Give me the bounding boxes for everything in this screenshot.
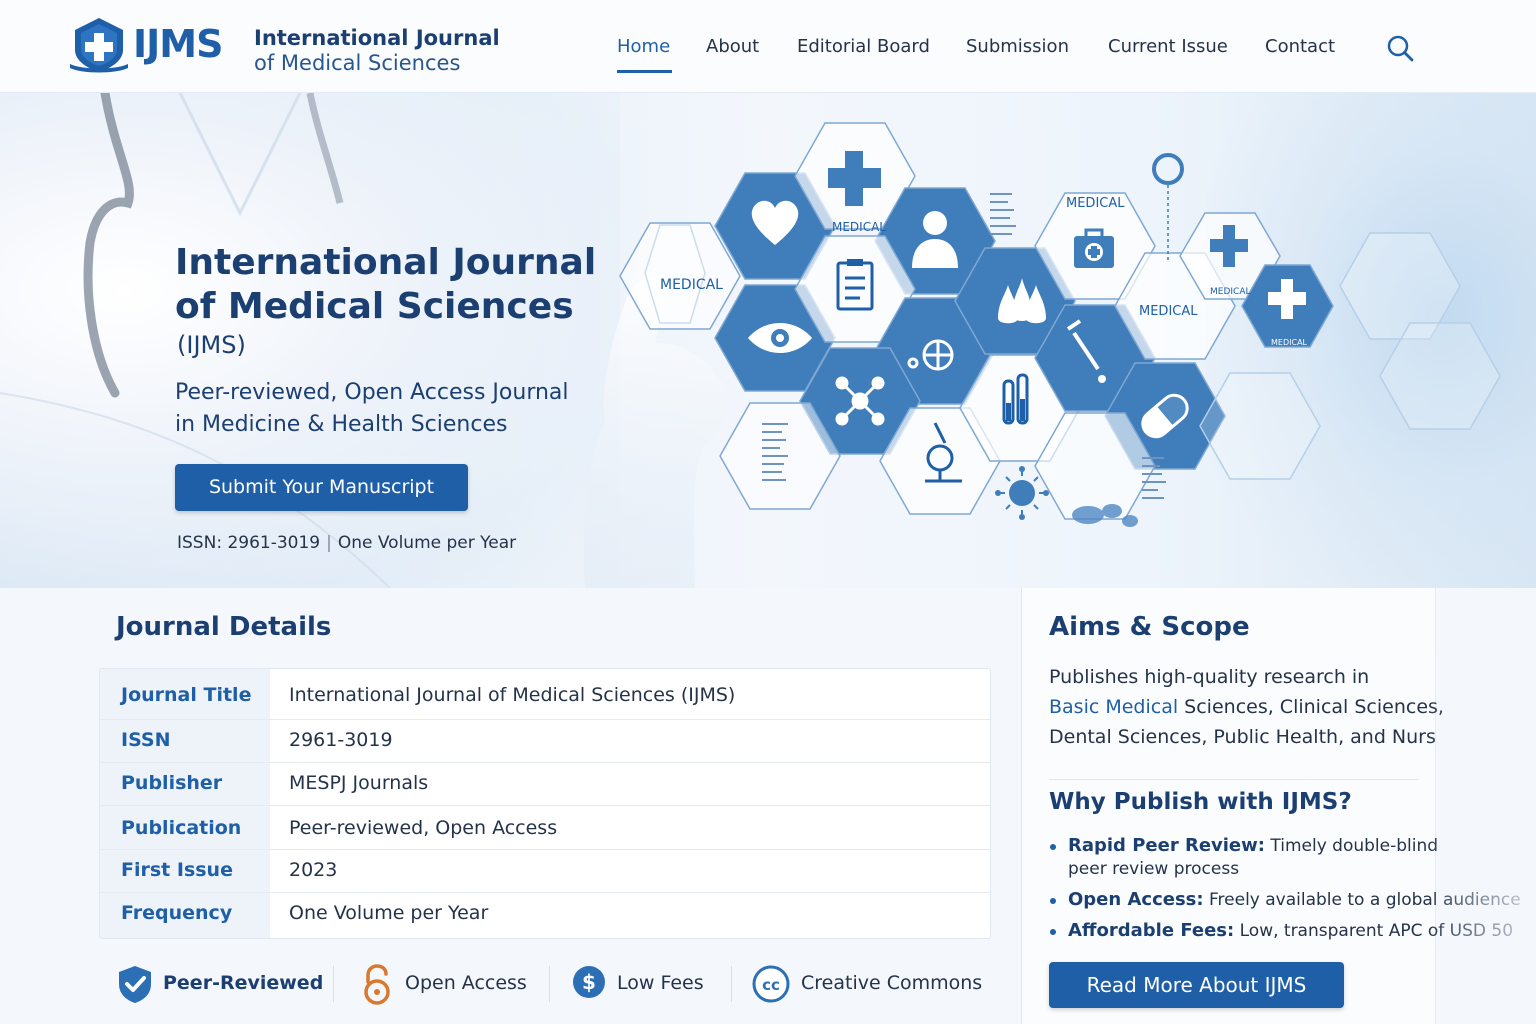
aims-text-intro: Publishes high-quality research in <box>1049 666 1370 688</box>
item-title: Open Access: <box>1068 889 1204 910</box>
item-title: Rapid Peer Review: <box>1068 835 1265 856</box>
hero-banner: MEDICAL MEDICAL MEDICAL MEDICAL MEDICAL … <box>0 93 1536 588</box>
row-value: 2961-3019 <box>289 729 393 751</box>
hero-tagline: Peer-reviewed, Open Access Journal in Me… <box>175 377 569 441</box>
frequency-text: One Volume per Year <box>337 533 517 553</box>
nav-home[interactable]: Home <box>617 36 670 57</box>
badge-peer-reviewed: Peer-Reviewed <box>116 962 326 1006</box>
shield-check-icon <box>116 964 154 1008</box>
site-header: IJMS International Journal of Medical Sc… <box>0 0 1536 93</box>
search-icon[interactable] <box>1386 34 1414 66</box>
hero-title-line1: International Journal <box>175 242 597 283</box>
hero-tagline-line2: in Medicine & Health Sciences <box>175 412 508 437</box>
row-label: Frequency <box>121 902 233 924</box>
issn-text: ISSN: 2961-3019 <box>177 533 321 553</box>
why-publish-list: Rapid Peer Review: Timely double-blind p… <box>1049 834 1529 950</box>
nav-active-indicator <box>617 70 672 73</box>
badge-label: Peer-Reviewed <box>163 972 324 994</box>
hex-label-medical: MEDICAL <box>832 220 886 234</box>
journal-name-line2: of Medical Sciences <box>254 51 461 75</box>
table-row: Publication Peer-reviewed, Open Access <box>100 806 990 850</box>
item-text: Low, transparent APC of USD 50 <box>1234 921 1514 941</box>
row-label: Publication <box>121 817 242 839</box>
row-value: 2023 <box>289 859 338 881</box>
aims-scope-title: Aims & Scope <box>1049 612 1250 642</box>
row-value: Peer-reviewed, Open Access <box>289 817 558 839</box>
badge-label: Creative Commons <box>801 972 983 994</box>
svg-text:$: $ <box>582 970 596 994</box>
row-value: One Volume per Year <box>289 902 489 924</box>
row-label: First Issue <box>121 859 233 881</box>
table-row: ISSN 2961-3019 <box>100 720 990 763</box>
ring-icon <box>1152 153 1184 185</box>
journal-name[interactable]: International Journal of Medical Science… <box>254 26 500 76</box>
nav-current-issue[interactable]: Current Issue <box>1108 36 1228 57</box>
badge-divider <box>549 966 550 1002</box>
hero-tagline-line1: Peer-reviewed, Open Access Journal <box>175 380 569 405</box>
badge-label: Open Access <box>405 972 527 994</box>
submit-manuscript-button[interactable]: Submit Your Manuscript <box>175 464 468 511</box>
open-lock-icon <box>360 964 394 1010</box>
badge-creative-commons: cc Creative Commons <box>752 962 992 1006</box>
separator: | <box>326 533 332 553</box>
hex-label-medical: MEDICAL <box>1271 338 1308 347</box>
read-more-button[interactable]: Read More About IJMS <box>1049 962 1344 1008</box>
journal-details-title: Journal Details <box>116 612 332 642</box>
badge-label: Low Fees <box>617 972 704 994</box>
table-row: Frequency One Volume per Year <box>100 893 990 938</box>
hero-issn-info: ISSN: 2961-3019 | One Volume per Year <box>177 533 516 553</box>
logo-wordmark[interactable]: IJMS <box>133 22 223 66</box>
journal-name-line1: International Journal <box>254 26 500 50</box>
list-item: Open Access: Freely available to a globa… <box>1049 888 1529 912</box>
nav-submission[interactable]: Submission <box>966 36 1069 57</box>
why-publish-title: Why Publish with IJMS? <box>1049 789 1352 815</box>
row-value: MESPJ Journals <box>289 772 429 794</box>
list-item: Rapid Peer Review: Timely double-blind p… <box>1049 834 1449 881</box>
list-item: Affordable Fees: Low, transparent APC of… <box>1049 919 1529 943</box>
row-value: International Journal of Medical Science… <box>289 684 736 706</box>
badge-low-fees: $ Low Fees <box>572 962 722 1006</box>
hero-title-line2: of Medical Sciences <box>175 286 574 327</box>
badge-divider <box>333 966 334 1002</box>
hex-label-medical: MEDICAL <box>1066 196 1125 211</box>
row-label: Publisher <box>121 772 223 794</box>
item-title: Affordable Fees: <box>1068 920 1235 941</box>
table-row: Journal Title International Journal of M… <box>100 669 990 720</box>
table-row: Publisher MESPJ Journals <box>100 763 990 806</box>
nav-editorial-board[interactable]: Editorial Board <box>797 36 930 57</box>
table-row: First Issue 2023 <box>100 850 990 893</box>
divider <box>1049 779 1419 780</box>
aims-text-highlight: Basic Medical <box>1049 696 1179 718</box>
hex-label-medical: MEDICAL <box>1210 287 1251 297</box>
badge-open-access: Open Access <box>360 962 540 1006</box>
hex-label-medical: MEDICAL <box>660 277 723 293</box>
svg-text:cc: cc <box>762 976 780 994</box>
row-label: ISSN <box>121 729 171 751</box>
item-text: Freely available to a global audience <box>1203 890 1521 910</box>
aims-scope-text: Publishes high-quality research in Basic… <box>1049 662 1444 752</box>
journal-details-table: Journal Title International Journal of M… <box>99 668 991 939</box>
hero-abbreviation: (IJMS) <box>177 331 246 359</box>
nav-contact[interactable]: Contact <box>1265 36 1335 57</box>
creative-commons-icon: cc <box>752 965 790 1007</box>
nav-about[interactable]: About <box>706 36 759 57</box>
hero-title: International Journal of Medical Science… <box>175 241 596 329</box>
hex-label-medical: MEDICAL <box>1139 304 1198 319</box>
journal-logo-icon[interactable] <box>68 16 130 78</box>
badge-divider <box>731 966 732 1002</box>
row-label: Journal Title <box>121 684 252 706</box>
dollar-coin-icon: $ <box>572 965 606 1003</box>
